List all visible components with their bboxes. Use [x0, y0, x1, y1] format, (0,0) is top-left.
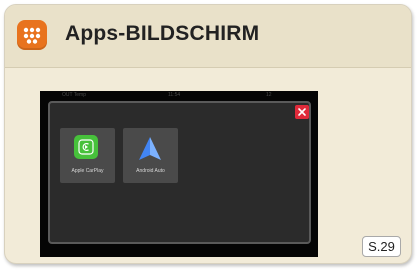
apps-dialog: Apple CarPlay Android Auto	[48, 101, 311, 244]
status-temp: OUT Temp	[62, 92, 86, 98]
page-reference-badge: S.29	[362, 236, 401, 257]
card-header: Apps-BILDSCHIRM	[5, 5, 411, 68]
app-tile-apple-carplay[interactable]: Apple CarPlay	[60, 128, 115, 183]
carplay-icon	[74, 135, 98, 159]
info-card: Apps-BILDSCHIRM OUT Temp 11:54 12 Apple …	[4, 4, 412, 264]
app-tile-android-auto[interactable]: Android Auto	[123, 128, 178, 183]
close-button[interactable]	[295, 105, 309, 119]
status-right: 12	[266, 92, 272, 98]
apps-screen-image: OUT Temp 11:54 12 Apple CarPlay Android …	[40, 91, 318, 257]
close-icon	[298, 108, 306, 116]
android-auto-icon	[139, 137, 161, 160]
apps-grid-icon	[17, 20, 47, 50]
app-label-apple-carplay: Apple CarPlay	[71, 168, 104, 174]
app-label-android-auto: Android Auto	[136, 168, 165, 174]
status-bar: OUT Temp 11:54 12	[40, 91, 318, 101]
page-title: Apps-BILDSCHIRM	[65, 22, 260, 45]
status-clock: 11:54	[168, 92, 181, 98]
